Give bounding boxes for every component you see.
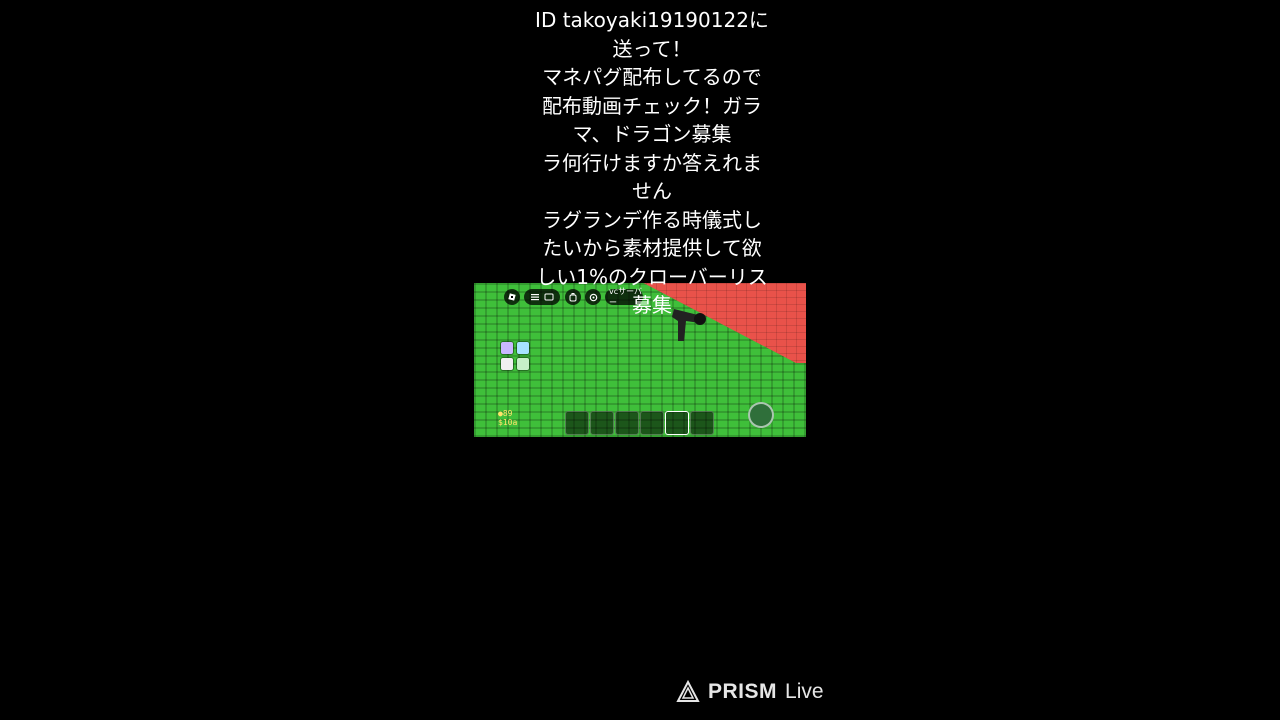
- caption-line: 送って！: [612, 36, 692, 61]
- hotbar-slot[interactable]: [615, 411, 639, 435]
- hotbar-slot[interactable]: [565, 411, 589, 435]
- caption-line: マネパグ配布してるので: [542, 65, 762, 89]
- prism-live-watermark: PRISM Live: [676, 680, 824, 704]
- caption-line: ID takoyaki19190122に: [535, 8, 769, 32]
- currency-line: $10a: [498, 418, 518, 427]
- roblox-logo-icon: [508, 293, 516, 301]
- prism-suffix: Live: [785, 680, 824, 703]
- caption-line: 募集: [632, 293, 672, 317]
- caption-line: ラ何行けますか答えれま: [542, 150, 762, 175]
- code-icon[interactable]: [517, 358, 529, 370]
- hotbar-slot[interactable]: [590, 411, 614, 435]
- caption-line: ラグランデ作る時儀式し: [542, 207, 762, 232]
- caption-line: マ、ドラゴン募集: [572, 122, 732, 146]
- prism-logo-icon: [676, 680, 700, 702]
- caption-line: たいから素材提供して欲: [542, 236, 762, 260]
- caption-text: ID takoyaki19190122に 送って！ マネパグ配布してるので 配布…: [520, 6, 784, 320]
- roblox-menu-button[interactable]: [504, 289, 520, 305]
- inventory-icon[interactable]: [501, 358, 513, 370]
- caption-line: せん: [632, 179, 672, 203]
- currency-hud: ●89 $10a: [498, 409, 517, 427]
- hotbar-slot-selected[interactable]: [665, 411, 689, 435]
- trade-icon[interactable]: [517, 342, 529, 354]
- caption-line: 配布動画チェック！ガラ: [542, 93, 762, 118]
- prism-brand: PRISM: [708, 680, 778, 703]
- currency-line: ●89: [498, 409, 513, 418]
- caption-line: しい1%のクローバーリス: [536, 264, 768, 289]
- shop-icon[interactable]: [501, 342, 513, 354]
- hotbar-slot[interactable]: [690, 411, 714, 435]
- hotbar-slot[interactable]: [640, 411, 664, 435]
- jump-button[interactable]: [748, 402, 774, 428]
